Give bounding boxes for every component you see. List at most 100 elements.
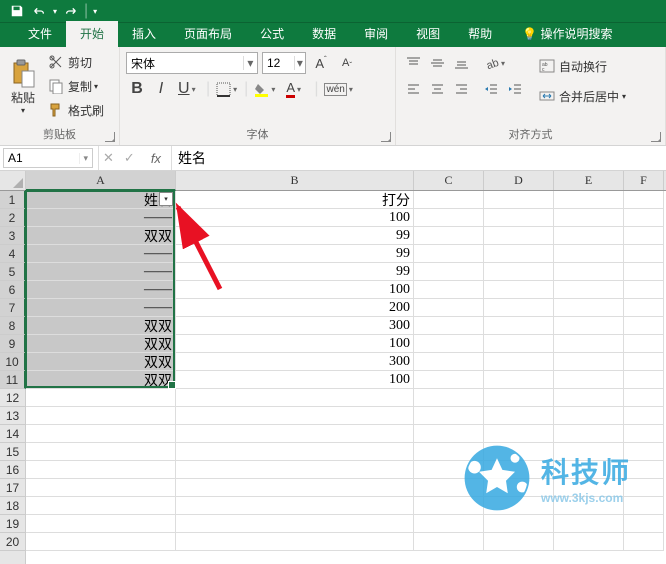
cell[interactable] bbox=[414, 281, 484, 299]
cell[interactable]: 双双 bbox=[26, 335, 176, 353]
cell[interactable] bbox=[484, 389, 554, 407]
cell[interactable] bbox=[554, 191, 624, 209]
cell[interactable] bbox=[414, 209, 484, 227]
cell[interactable]: 双双 bbox=[26, 371, 176, 389]
cell[interactable] bbox=[554, 497, 624, 515]
bold-button[interactable]: B bbox=[126, 78, 148, 100]
cell[interactable]: 双双 bbox=[26, 353, 176, 371]
customize-qat-icon[interactable]: ▾ bbox=[90, 0, 100, 22]
row-header[interactable]: 18 bbox=[0, 497, 25, 515]
name-box[interactable]: ▾ bbox=[3, 148, 93, 168]
cell[interactable]: —— bbox=[26, 209, 176, 227]
cell[interactable] bbox=[26, 479, 176, 497]
tab-help[interactable]: 帮助 bbox=[454, 21, 506, 47]
cell[interactable]: 99 bbox=[176, 245, 414, 263]
cell[interactable] bbox=[554, 515, 624, 533]
cell[interactable] bbox=[624, 191, 664, 209]
cell[interactable] bbox=[176, 479, 414, 497]
chevron-down-icon[interactable]: ▾ bbox=[79, 153, 92, 164]
cell[interactable] bbox=[414, 263, 484, 281]
cell[interactable] bbox=[554, 425, 624, 443]
row-header[interactable]: 16 bbox=[0, 461, 25, 479]
paste-button[interactable]: 粘贴 ▾ bbox=[3, 50, 43, 124]
align-center-button[interactable] bbox=[426, 78, 448, 100]
cell[interactable] bbox=[554, 407, 624, 425]
decrease-indent-button[interactable] bbox=[480, 78, 502, 100]
cell[interactable] bbox=[484, 317, 554, 335]
cell[interactable] bbox=[176, 461, 414, 479]
cell[interactable] bbox=[26, 443, 176, 461]
cell[interactable]: 100 bbox=[176, 371, 414, 389]
save-icon[interactable] bbox=[6, 0, 28, 22]
row-header[interactable]: 9 bbox=[0, 335, 26, 353]
row-header[interactable]: 4 bbox=[0, 245, 26, 263]
column-header[interactable]: A bbox=[26, 171, 176, 191]
decrease-font-button[interactable]: Aˇ bbox=[336, 52, 358, 74]
align-left-button[interactable] bbox=[402, 78, 424, 100]
copy-button[interactable]: 复制▾ bbox=[43, 74, 109, 98]
font-size-combo[interactable]: ▾ bbox=[262, 52, 306, 74]
row-header[interactable]: 5 bbox=[0, 263, 26, 281]
align-bottom-button[interactable] bbox=[450, 52, 472, 74]
tell-me[interactable]: 💡 操作说明搜索 bbox=[508, 21, 626, 47]
font-launcher-icon[interactable] bbox=[381, 132, 391, 142]
cells-area[interactable]: 姓名▾打分——100双双99——99——99——100——200双双300双双1… bbox=[26, 191, 664, 564]
chevron-down-icon[interactable]: ▾ bbox=[243, 56, 257, 70]
row-header[interactable]: 13 bbox=[0, 407, 25, 425]
cell[interactable] bbox=[414, 335, 484, 353]
fx-icon[interactable]: fx bbox=[151, 151, 161, 166]
row-header[interactable]: 7 bbox=[0, 299, 26, 317]
cell[interactable] bbox=[414, 389, 484, 407]
merge-center-button[interactable]: 合并后居中▾ bbox=[534, 82, 631, 110]
cell[interactable] bbox=[176, 425, 414, 443]
cell[interactable] bbox=[484, 353, 554, 371]
cell[interactable] bbox=[624, 353, 664, 371]
column-header[interactable]: D bbox=[484, 171, 554, 190]
cell[interactable] bbox=[176, 497, 414, 515]
cell[interactable]: —— bbox=[26, 245, 176, 263]
cell[interactable] bbox=[484, 479, 554, 497]
align-right-button[interactable] bbox=[450, 78, 472, 100]
row-header[interactable]: 2 bbox=[0, 209, 26, 227]
orientation-button[interactable]: ab▾ bbox=[480, 52, 510, 74]
cell[interactable] bbox=[624, 515, 664, 533]
cell[interactable] bbox=[26, 425, 176, 443]
cell[interactable] bbox=[554, 371, 624, 389]
row-header[interactable]: 10 bbox=[0, 353, 26, 371]
row-header[interactable]: 1 bbox=[0, 191, 26, 209]
cell[interactable] bbox=[176, 407, 414, 425]
cell[interactable] bbox=[414, 245, 484, 263]
cell[interactable] bbox=[484, 533, 554, 551]
cell[interactable] bbox=[554, 299, 624, 317]
cancel-formula-button[interactable]: ✕ bbox=[103, 150, 114, 166]
cell[interactable] bbox=[624, 335, 664, 353]
cell[interactable]: 100 bbox=[176, 281, 414, 299]
cell[interactable] bbox=[484, 191, 554, 209]
cut-button[interactable]: 剪切 bbox=[43, 50, 109, 74]
column-header[interactable]: C bbox=[414, 171, 484, 190]
row-header[interactable]: 17 bbox=[0, 479, 25, 497]
border-button[interactable]: ▾ bbox=[212, 78, 242, 100]
cell[interactable] bbox=[624, 263, 664, 281]
cell[interactable]: 99 bbox=[176, 227, 414, 245]
column-header[interactable]: F bbox=[624, 171, 664, 190]
cell[interactable] bbox=[26, 461, 176, 479]
tab-home[interactable]: 开始 bbox=[66, 21, 118, 47]
row-header[interactable]: 3 bbox=[0, 227, 26, 245]
cell[interactable] bbox=[484, 227, 554, 245]
cell[interactable] bbox=[414, 191, 484, 209]
row-header[interactable]: 12 bbox=[0, 389, 25, 407]
cell[interactable] bbox=[414, 533, 484, 551]
cell[interactable]: 100 bbox=[176, 209, 414, 227]
cell[interactable] bbox=[624, 245, 664, 263]
cell[interactable]: —— bbox=[26, 299, 176, 317]
cell[interactable]: 99 bbox=[176, 263, 414, 281]
cell[interactable] bbox=[554, 335, 624, 353]
cell[interactable]: 300 bbox=[176, 353, 414, 371]
cell[interactable] bbox=[554, 281, 624, 299]
cell[interactable] bbox=[414, 461, 484, 479]
cell[interactable] bbox=[176, 443, 414, 461]
column-header[interactable]: B bbox=[176, 171, 414, 190]
row-header[interactable]: 6 bbox=[0, 281, 26, 299]
cell[interactable]: —— bbox=[26, 263, 176, 281]
